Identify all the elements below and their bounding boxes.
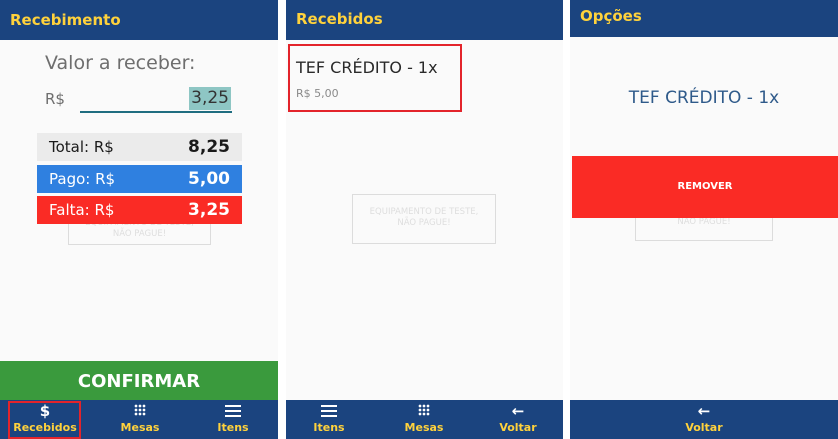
grid-icon — [103, 400, 177, 422]
remove-button[interactable]: REMOVER — [572, 156, 838, 218]
nav-itens[interactable]: Itens — [292, 400, 366, 439]
menu-icon — [196, 400, 270, 422]
arrow-left-icon: ← — [511, 402, 525, 420]
falta-value: 3,25 — [188, 200, 230, 220]
pago-label: Pago: R$ — [49, 170, 116, 188]
falta-row: Falta: R$ 3,25 — [37, 196, 242, 224]
test-watermark: EQUIPAMENTO DE TESTE,NÃO PAGUE! — [352, 194, 496, 244]
nav-itens[interactable]: Itens — [196, 400, 270, 439]
received-item-title[interactable]: TEF CRÉDITO - 1x — [296, 58, 438, 77]
nav-mesas[interactable]: Mesas — [103, 400, 177, 439]
total-row: Total: R$ 8,25 — [37, 133, 242, 161]
app-bar-title: Recebidos — [286, 0, 563, 40]
nav-itens-label: Itens — [217, 421, 249, 434]
nav-mesas-label: Mesas — [404, 421, 444, 434]
grid-icon — [387, 400, 461, 422]
nav-mesas-label: Mesas — [120, 421, 160, 434]
pago-value: 5,00 — [188, 169, 230, 189]
nav-voltar-label: Voltar — [499, 421, 537, 434]
bottom-nav: ← Voltar — [570, 400, 838, 439]
falta-label: Falta: R$ — [49, 201, 115, 219]
app-bar-title: Recebimento — [0, 0, 278, 40]
received-item-value: R$ 5,00 — [296, 87, 339, 100]
nav-itens-label: Itens — [313, 421, 345, 434]
confirm-button[interactable]: CONFIRMAR — [0, 361, 278, 401]
nav-voltar[interactable]: ← Voltar — [481, 400, 555, 439]
nav-mesas[interactable]: Mesas — [387, 400, 461, 439]
arrow-left-icon: ← — [697, 402, 711, 420]
nav-voltar-label: Voltar — [685, 421, 723, 434]
recebidos-screen: Recebidos EQUIPAMENTO DE TESTE, NÃO PAGUE… — [286, 0, 563, 439]
currency-label: R$ — [45, 90, 65, 108]
valor-label: Valor a receber: — [45, 52, 196, 74]
total-label: Total: R$ — [49, 138, 114, 156]
valor-input[interactable]: 3,25 — [80, 86, 232, 113]
option-title: TEF CRÉDITO - 1x — [628, 88, 780, 108]
valor-input-value[interactable]: 3,25 — [189, 87, 231, 110]
menu-icon — [292, 400, 366, 422]
opcoes-screen: Opções TEF CRÉDITO - 1x EQUIPAMENTO DE T… — [570, 0, 838, 439]
received-item-highlight[interactable] — [288, 44, 462, 112]
highlight-recebidos — [8, 401, 81, 439]
nav-voltar[interactable]: ← Voltar — [667, 400, 741, 439]
app-bar-title: Opções — [570, 0, 838, 37]
total-value: 8,25 — [188, 137, 230, 157]
bottom-nav: Itens Mesas ← Voltar — [286, 400, 563, 439]
recebimento-screen: Recebimento EQUIPAMENTO DE TESTE,NÃO PAG… — [0, 0, 278, 439]
pago-row: Pago: R$ 5,00 — [37, 165, 242, 193]
